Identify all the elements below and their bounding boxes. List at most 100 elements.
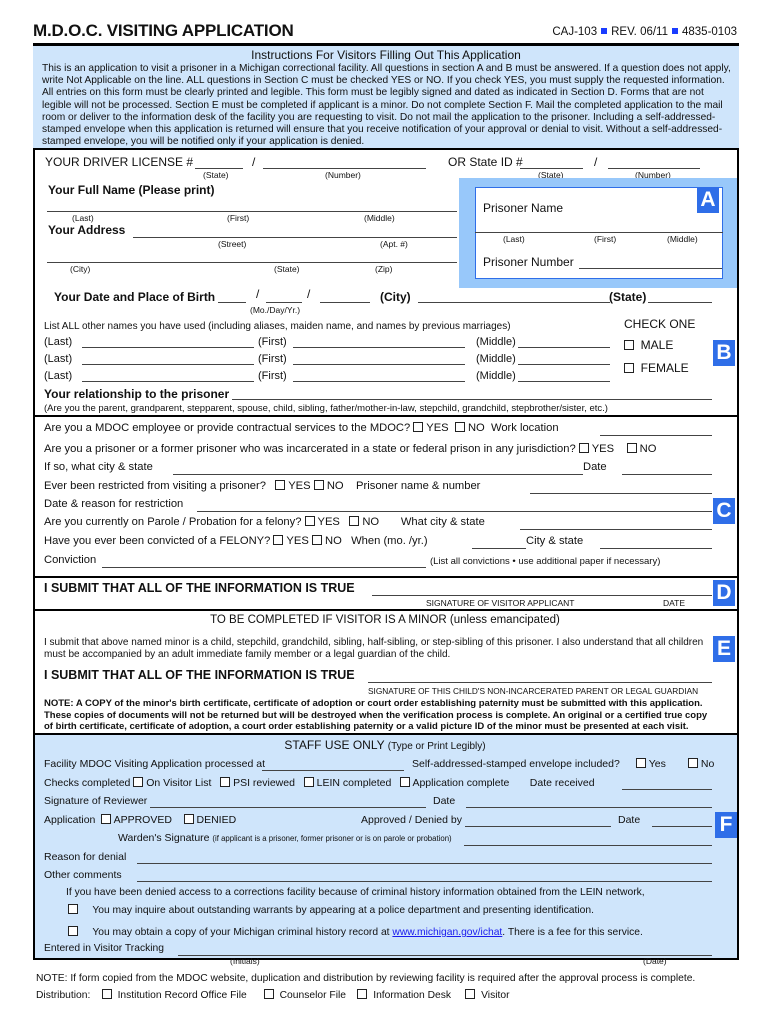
distribution-info-desk-checkbox[interactable] xyxy=(357,989,368,999)
if-so-city-state-label: If so, what city & state xyxy=(44,461,153,473)
q-parole: Are you currently on Parole / Probation … xyxy=(44,516,485,528)
section-e-body: I submit that above named minor is a chi… xyxy=(44,637,704,660)
approved-checkbox[interactable] xyxy=(101,814,112,824)
license-number-input[interactable] xyxy=(263,168,426,169)
form-number: 4835-0103 xyxy=(682,26,737,38)
instructions-body: This is an application to visit a prison… xyxy=(42,63,731,148)
form-number-line: CAJ-103 REV. 06/11 4835-0103 xyxy=(552,26,737,38)
street-input[interactable] xyxy=(133,237,457,238)
other-name-1-first-input[interactable] xyxy=(293,347,465,348)
slash: / xyxy=(307,287,311,301)
on-visitor-list-checkbox[interactable] xyxy=(133,777,144,787)
checks-completed-label: Checks completed xyxy=(44,777,131,789)
q5-no-checkbox[interactable] xyxy=(311,535,322,545)
male-checkbox[interactable] xyxy=(624,340,634,350)
q4-no-checkbox[interactable] xyxy=(349,516,360,526)
date-received-input[interactable] xyxy=(622,789,712,790)
other-name-1-last-input[interactable] xyxy=(82,347,254,348)
q2-yes-checkbox[interactable] xyxy=(578,443,589,453)
dob-month-input[interactable] xyxy=(218,302,246,303)
conviction-input[interactable] xyxy=(102,567,426,568)
dob-year-input[interactable] xyxy=(320,302,370,303)
wardens-signature-input[interactable] xyxy=(464,845,712,846)
state-id-state-input[interactable] xyxy=(520,168,583,169)
birth-city-input[interactable] xyxy=(418,302,610,303)
other-name-middle-label: (Middle) xyxy=(476,370,516,382)
yes-label: YES xyxy=(426,422,449,434)
other-name-2-middle-input[interactable] xyxy=(518,364,610,365)
approval-date-input[interactable] xyxy=(652,826,712,827)
city-state-zip-input[interactable] xyxy=(47,262,457,263)
work-location-input[interactable] xyxy=(600,435,712,436)
psi-reviewed-checkbox[interactable] xyxy=(220,777,231,787)
other-name-2-last-input[interactable] xyxy=(82,364,254,365)
female-option[interactable]: FEMALE xyxy=(624,361,689,375)
reviewer-signature-label: Signature of Reviewer xyxy=(44,795,148,807)
dob-label: Your Date and Place of Birth xyxy=(54,290,216,304)
female-checkbox[interactable] xyxy=(624,363,634,373)
date-label: Date xyxy=(433,795,456,807)
denied-checkbox[interactable] xyxy=(183,814,194,824)
date-label: Date xyxy=(618,814,641,826)
relationship-input[interactable] xyxy=(232,399,712,400)
q3-yes-checkbox[interactable] xyxy=(275,480,286,490)
application-complete-checkbox[interactable] xyxy=(400,777,411,787)
q1-yes-checkbox[interactable] xyxy=(413,422,424,432)
other-name-2-first-input[interactable] xyxy=(293,364,465,365)
other-name-middle-label: (Middle) xyxy=(476,353,516,365)
prison-city-state-input[interactable] xyxy=(173,474,583,475)
lein-completed-label: LEIN completed xyxy=(316,777,392,789)
ichat-link[interactable]: www.michigan.gov/ichat xyxy=(392,927,502,938)
q4-yes-checkbox[interactable] xyxy=(304,516,315,526)
prisoner-number-input[interactable] xyxy=(579,268,722,269)
other-name-3-middle-input[interactable] xyxy=(518,381,610,382)
q1-no-checkbox[interactable] xyxy=(454,422,465,432)
male-option[interactable]: MALE xyxy=(624,338,673,352)
distribution-record-office-checkbox[interactable] xyxy=(101,989,112,999)
lein-intro: If you have been denied access to a corr… xyxy=(66,887,645,898)
envelope-no-checkbox[interactable] xyxy=(688,758,698,768)
restricted-prisoner-input[interactable] xyxy=(530,493,712,494)
birth-state-input[interactable] xyxy=(648,302,712,303)
full-name-input[interactable] xyxy=(47,211,457,212)
other-name-3-last-input[interactable] xyxy=(82,381,254,382)
envelope-no-option[interactable]: No xyxy=(688,758,714,770)
prison-date-input[interactable] xyxy=(622,474,712,475)
envelope-yes-checkbox[interactable] xyxy=(636,758,646,768)
wardens-hint: (if applicant is a prisoner, former pris… xyxy=(212,834,452,843)
section-a-badge: A xyxy=(697,187,719,213)
q2-no-checkbox[interactable] xyxy=(626,443,637,453)
other-name-1-middle-input[interactable] xyxy=(518,347,610,348)
license-state-input[interactable] xyxy=(195,168,243,169)
envelope-yes-option[interactable]: Yes xyxy=(636,758,666,770)
q3-no-checkbox[interactable] xyxy=(313,480,324,490)
state-caption: (State) xyxy=(203,170,229,180)
instructions-panel: Instructions For Visitors Filling Out Th… xyxy=(33,46,739,148)
dob-day-input[interactable] xyxy=(266,302,302,303)
checks-completed-row: Checks completed On Visitor List PSI rev… xyxy=(44,777,595,789)
processed-at-input[interactable] xyxy=(262,770,404,771)
felony-when-input[interactable] xyxy=(472,548,526,549)
reason-denial-input[interactable] xyxy=(137,863,712,864)
reviewer-signature-input[interactable] xyxy=(150,807,426,808)
section-d-statement: I SUBMIT THAT ALL OF THE INFORMATION IS … xyxy=(44,581,355,595)
lein-completed-checkbox[interactable] xyxy=(303,777,314,787)
approved-denied-by-input[interactable] xyxy=(465,826,611,827)
reviewer-date-input[interactable] xyxy=(466,807,712,808)
parole-city-state-input[interactable] xyxy=(520,529,712,530)
guardian-signature-input[interactable] xyxy=(368,682,712,683)
reason-denial-label: Reason for denial xyxy=(44,851,127,863)
lein-history-checkbox[interactable] xyxy=(68,926,78,936)
distribution-visitor-checkbox[interactable] xyxy=(465,989,476,999)
felony-city-state-input[interactable] xyxy=(600,548,712,549)
other-comments-input[interactable] xyxy=(137,881,712,882)
restriction-reason-input[interactable] xyxy=(197,511,712,512)
other-name-3-first-input[interactable] xyxy=(293,381,465,382)
prisoner-name-input[interactable] xyxy=(475,232,723,233)
distribution-counselor-checkbox[interactable] xyxy=(263,989,274,999)
state-id-number-input[interactable] xyxy=(608,168,700,169)
lein-warrants-checkbox[interactable] xyxy=(68,904,78,914)
visitor-signature-input[interactable] xyxy=(372,595,712,596)
distribution-row: Distribution: Institution Record Office … xyxy=(36,989,510,1001)
q5-yes-checkbox[interactable] xyxy=(273,535,284,545)
